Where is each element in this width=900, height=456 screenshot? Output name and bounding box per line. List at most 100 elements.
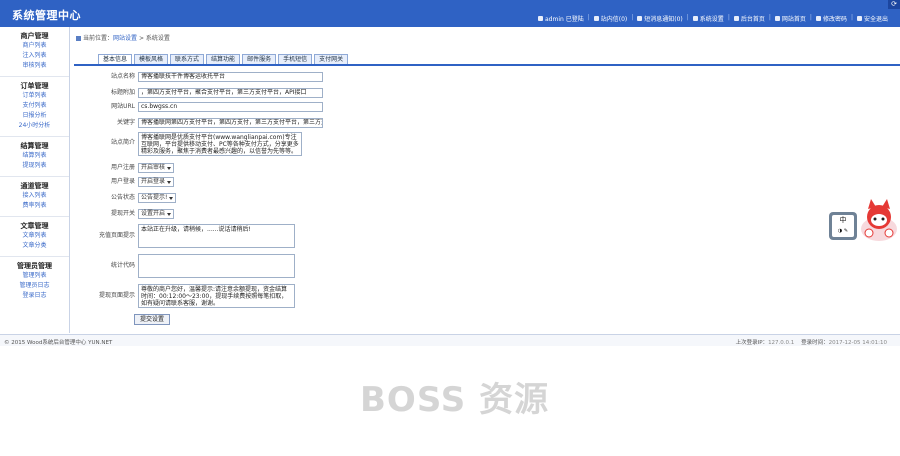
- user-register-select[interactable]: 开启审核: [138, 163, 175, 173]
- stats-code-textarea[interactable]: [138, 254, 295, 278]
- field-label: 用户注册: [110, 164, 135, 171]
- sidebar-item[interactable]: 费率列表: [0, 201, 69, 211]
- header-link-settings[interactable]: 系统设置: [692, 14, 724, 23]
- withdraw-tip-textarea[interactable]: 尊敬的商户您好，温馨提示:请注意余额提现，资金结算时间：00:12:00～23:…: [138, 284, 295, 308]
- keywords-input[interactable]: 博客播联网第四方支付平台，第四方支付，第三方支付平台，第三方支付: [138, 118, 323, 128]
- row-user-login: 用户登录 开启登录: [74, 177, 175, 187]
- row-user-register: 用户注册 开启审核: [74, 163, 175, 173]
- row-site-url: 网站URL cs.bwgss.cn: [74, 102, 323, 112]
- withdraw-select[interactable]: 设置开启: [138, 209, 175, 219]
- sidebar-group-title: 管理员管理: [17, 262, 52, 270]
- field-label: 关键字: [116, 119, 135, 126]
- row-stats-code: 统计代码: [74, 254, 295, 278]
- header-link-password[interactable]: 修改密码: [815, 14, 847, 23]
- floating-ime-widget[interactable]: 中 ◑ ✎: [829, 199, 900, 243]
- sidebar-item[interactable]: 结算列表: [0, 151, 69, 161]
- logout-icon: [856, 16, 862, 21]
- user-icon: [537, 16, 543, 21]
- description-textarea[interactable]: 博客播联网是优质支付平台(www.wanglianpai.com)专注互联网，平…: [138, 132, 302, 156]
- site-url-input[interactable]: cs.bwgss.cn: [138, 102, 323, 112]
- ime-panel[interactable]: 中 ◑ ✎: [829, 212, 857, 240]
- row-site-name: 站点名称 博客播联技干件博客运收托平台: [74, 72, 323, 82]
- key-icon: [815, 16, 821, 21]
- field-label: 站点简介: [110, 139, 135, 146]
- tab-underline: [74, 64, 900, 66]
- sidebar-item[interactable]: 登录日志: [0, 291, 69, 301]
- field-label: 用户登录: [110, 178, 135, 185]
- sidebar-item[interactable]: 文章列表: [0, 231, 69, 241]
- sidebar-group-merchants: 商户管理 商户列表 注入列表 审核列表: [0, 27, 69, 77]
- sidebar-group-title: 订单管理: [20, 82, 49, 90]
- sidebar-item[interactable]: 管理员日志: [0, 281, 69, 291]
- sidebar-group-channels: 通道管理 接入列表 费率列表: [0, 177, 69, 217]
- gear-icon: [692, 16, 698, 21]
- sidebar-item[interactable]: 注入列表: [0, 51, 69, 61]
- home-icon: [733, 16, 739, 21]
- last-ip: 127.0.0.1: [768, 340, 795, 346]
- header-link-messages[interactable]: 短消息通知(0): [637, 14, 683, 23]
- chevron-down-icon: [169, 196, 174, 200]
- site-title: 系统管理中心: [12, 9, 81, 22]
- row-recharge-tip: 充值页面提示 本站正在升级，请稍候，......说话请稍后!: [74, 224, 295, 248]
- row-notice: 公告状态 公告提示!: [74, 193, 177, 203]
- sidebar-group-admins: 管理员管理 管理列表 管理员日志 登录日志: [0, 257, 69, 306]
- watermark: BOSS 资源: [360, 380, 550, 420]
- login-info: 上次登录IP：127.0.0.1 登录时间：2017-12-05 14:01:1…: [735, 340, 887, 346]
- chevron-down-icon: [167, 180, 172, 184]
- field-label: 站点名称: [110, 73, 135, 80]
- header-link-logout[interactable]: 安全退出: [856, 14, 888, 23]
- sidebar-item[interactable]: 24小时分析: [0, 121, 69, 131]
- field-label: 充值页面提示: [98, 232, 135, 239]
- breadcrumb: 当前位置：网站设置 > 系统设置: [76, 33, 170, 42]
- sidebar-group-title: 商户管理: [20, 32, 49, 40]
- sidebar: 商户管理 商户列表 注入列表 审核列表 订单管理 订单列表 支付列表 日报分析 …: [0, 27, 70, 333]
- notice-select[interactable]: 公告提示!: [138, 193, 177, 203]
- breadcrumb-link[interactable]: 网站设置: [113, 35, 137, 42]
- header-link-admin-home[interactable]: 后台首页: [733, 14, 765, 23]
- sidebar-item[interactable]: 支付列表: [0, 101, 69, 111]
- sidebar-item[interactable]: 文章分类: [0, 241, 69, 251]
- sidebar-group-settlement: 结算管理 结算列表 提现列表: [0, 137, 69, 177]
- field-label: 标题附加: [110, 89, 135, 96]
- row-site-title: 标题附加 ，第四方支付平台，聚合支付平台，第三方支付平台，API接口: [74, 88, 323, 98]
- sidebar-item[interactable]: 提现列表: [0, 161, 69, 171]
- sidebar-item[interactable]: 日报分析: [0, 111, 69, 121]
- footer: © 2015 Wood系统后台管理中心 YUN.NET 上次登录IP：127.0…: [0, 334, 900, 346]
- recharge-tip-textarea[interactable]: 本站正在升级，请稍候，......说话请稍后!: [138, 224, 295, 248]
- field-label: 公告状态: [110, 194, 135, 201]
- app-window: { "header": { "title": "系统管理中心", "corner…: [0, 0, 900, 456]
- copyright: © 2015 Wood系统后台管理中心 YUN.NET: [4, 340, 113, 346]
- header-link-inbox[interactable]: 站内信(0): [593, 14, 627, 23]
- header-links: admin 已登陆 | 站内信(0) | 短消息通知(0) | 系统设置 | 后台首页 |…: [537, 14, 888, 23]
- home-icon: [76, 36, 81, 41]
- sidebar-item[interactable]: 管理列表: [0, 271, 69, 281]
- field-label: 提现开关: [110, 210, 135, 217]
- globe-icon: [774, 16, 780, 21]
- sidebar-group-title: 通道管理: [20, 182, 49, 190]
- field-label: 统计代码: [110, 262, 135, 269]
- site-title-input[interactable]: ，第四方支付平台，聚合支付平台，第三方支付平台，API接口: [138, 88, 323, 98]
- sidebar-item[interactable]: 审核列表: [0, 61, 69, 71]
- row-withdraw: 提现开关 设置开启: [74, 209, 175, 219]
- sidebar-group-articles: 文章管理 文章列表 文章分类: [0, 217, 69, 257]
- chevron-down-icon: [167, 212, 172, 216]
- sidebar-group-title: 文章管理: [20, 222, 49, 230]
- mail-icon: [593, 16, 599, 21]
- field-label: 提现页面提示: [98, 292, 135, 299]
- sidebar-item[interactable]: 接入列表: [0, 191, 69, 201]
- site-name-input[interactable]: 博客播联技干件博客运收托平台: [138, 72, 323, 82]
- submit-settings-button[interactable]: 提交设置: [134, 314, 171, 325]
- header-link-user[interactable]: admin 已登陆: [537, 14, 584, 23]
- sidebar-item[interactable]: 商户列表: [0, 41, 69, 51]
- row-description: 站点简介 博客播联网是优质支付平台(www.wanglianpai.com)专注…: [74, 132, 302, 156]
- refresh-icon[interactable]: ⟳: [888, 0, 900, 9]
- top-header: 系统管理中心 ⟳ admin 已登陆 | 站内信(0) | 短消息通知(0) | 系统…: [0, 0, 900, 27]
- user-login-select[interactable]: 开启登录: [138, 177, 175, 187]
- last-login-time: 2017-12-05 14:01:10: [828, 340, 887, 346]
- row-withdraw-tip: 提现页面提示 尊敬的商户您好，温馨提示:请注意余额提现，资金结算时间：00:12…: [74, 284, 295, 308]
- main-content: 当前位置：网站设置 > 系统设置 基本信息 模板风格 联系方式 结算功能 邮件服…: [74, 27, 900, 333]
- header-link-site-home[interactable]: 网站首页: [774, 14, 806, 23]
- sidebar-item[interactable]: 订单列表: [0, 91, 69, 101]
- row-keywords: 关键字 博客播联网第四方支付平台，第四方支付，第三方支付平台，第三方支付: [74, 118, 323, 128]
- sidebar-group-title: 结算管理: [20, 142, 49, 150]
